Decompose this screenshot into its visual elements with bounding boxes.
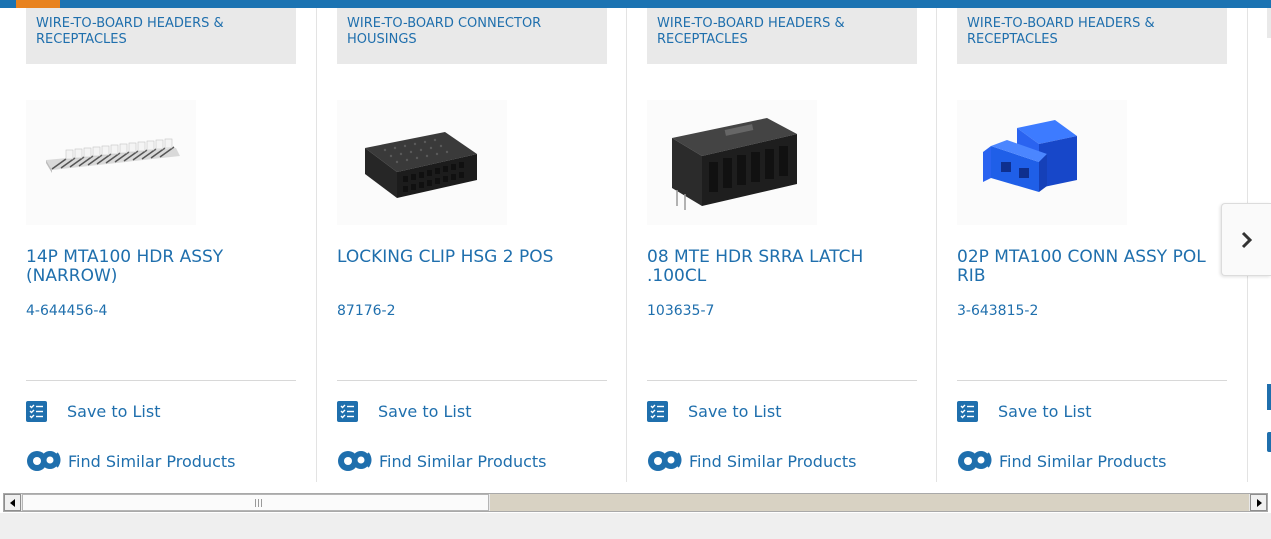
scrollbar-thumb[interactable] (22, 494, 489, 511)
product-carousel: WIRE-TO-BOARD HEADERS & RECEPTACLES 14P … (0, 8, 1271, 482)
product-category[interactable]: WIRE-TO-BOARD HEADERS & RECEPTACLES (647, 8, 917, 64)
next-card-checklist-icon (1267, 384, 1271, 410)
part-number[interactable]: 4-644456-4 (26, 303, 107, 319)
find-similar-products-label: Find Similar Products (379, 451, 547, 471)
part-number[interactable]: 103635-7 (647, 303, 714, 319)
save-to-list-label: Save to List (998, 402, 1092, 421)
checklist-icon (337, 401, 358, 422)
find-similar-products-button[interactable]: Find Similar Products (647, 448, 857, 474)
scrollbar-grip (255, 499, 263, 507)
save-to-list-label: Save to List (378, 402, 472, 421)
carousel-next-button[interactable] (1221, 203, 1271, 276)
checklist-icon (26, 401, 47, 422)
top-color-bar (0, 0, 1271, 8)
find-similar-products-label: Find Similar Products (999, 451, 1167, 471)
product-image[interactable] (26, 100, 196, 225)
horizontal-scrollbar[interactable] (3, 493, 1268, 512)
product-card: WIRE-TO-BOARD HEADERS & RECEPTACLES 14P … (26, 8, 296, 482)
save-to-list-label: Save to List (688, 402, 782, 421)
gears-icon (338, 451, 372, 471)
bottom-panel (0, 513, 1271, 539)
checklist-icon (647, 401, 668, 422)
scroll-right-button[interactable] (1250, 494, 1267, 511)
arrow-left-icon (9, 498, 15, 507)
column-divider (626, 8, 627, 482)
column-divider (316, 8, 317, 482)
scrollbar-track[interactable] (490, 494, 1249, 511)
product-title[interactable]: 08 MTE HDR SRRA LATCH .100CL (647, 248, 917, 286)
product-category[interactable]: WIRE-TO-BOARD HEADERS & RECEPTACLES (26, 8, 296, 64)
product-card: WIRE-TO-BOARD CONNECTOR HOUSINGS LOCKING… (337, 8, 607, 482)
top-accent-bar (16, 0, 60, 8)
card-divider-line (647, 380, 917, 381)
gears-icon (27, 451, 61, 471)
find-similar-products-button[interactable]: Find Similar Products (957, 448, 1167, 474)
product-card: WIRE-TO-BOARD HEADERS & RECEPTACLES 02P … (957, 8, 1227, 482)
column-divider (936, 8, 937, 482)
scroll-left-button[interactable] (4, 494, 21, 511)
product-title[interactable]: 14P MTA100 HDR ASSY (NARROW) (26, 248, 296, 286)
chevron-right-icon (1241, 231, 1252, 248)
product-title[interactable]: LOCKING CLIP HSG 2 POS (337, 248, 607, 267)
find-similar-products-label: Find Similar Products (68, 451, 236, 471)
save-to-list-button[interactable]: Save to List (957, 401, 1091, 422)
blue-polarized-connector-icon (983, 120, 1077, 192)
gears-icon (958, 451, 992, 471)
card-divider-line (957, 380, 1227, 381)
find-similar-products-button[interactable]: Find Similar Products (337, 448, 547, 474)
right-angle-latch-header-icon (672, 118, 797, 210)
part-number[interactable]: 87176-2 (337, 303, 396, 319)
product-category[interactable]: WIRE-TO-BOARD HEADERS & RECEPTACLES (957, 8, 1227, 64)
product-title[interactable]: 02P MTA100 CONN ASSY POL RIB (957, 248, 1227, 286)
next-card-gears-icon (1267, 432, 1271, 452)
black-connector-housing-icon (365, 132, 477, 198)
find-similar-products-label: Find Similar Products (689, 451, 857, 471)
gears-icon (648, 451, 682, 471)
find-similar-products-button[interactable]: Find Similar Products (26, 448, 236, 474)
product-card: WIRE-TO-BOARD HEADERS & RECEPTACLES 08 M… (647, 8, 917, 482)
card-divider-line (337, 380, 607, 381)
product-image[interactable] (337, 100, 507, 225)
part-number[interactable]: 3-643815-2 (957, 303, 1038, 319)
card-divider-line (26, 380, 296, 381)
arrow-right-icon (1256, 498, 1262, 507)
checklist-icon (957, 401, 978, 422)
save-to-list-button[interactable]: Save to List (26, 401, 160, 422)
product-image[interactable] (647, 100, 817, 225)
save-to-list-button[interactable]: Save to List (647, 401, 781, 422)
next-card-category-peek (1267, 8, 1271, 38)
save-to-list-button[interactable]: Save to List (337, 401, 471, 422)
pin-header-strip-icon (46, 138, 180, 173)
product-category[interactable]: WIRE-TO-BOARD CONNECTOR HOUSINGS (337, 8, 607, 64)
save-to-list-label: Save to List (67, 402, 161, 421)
product-image[interactable] (957, 100, 1127, 225)
